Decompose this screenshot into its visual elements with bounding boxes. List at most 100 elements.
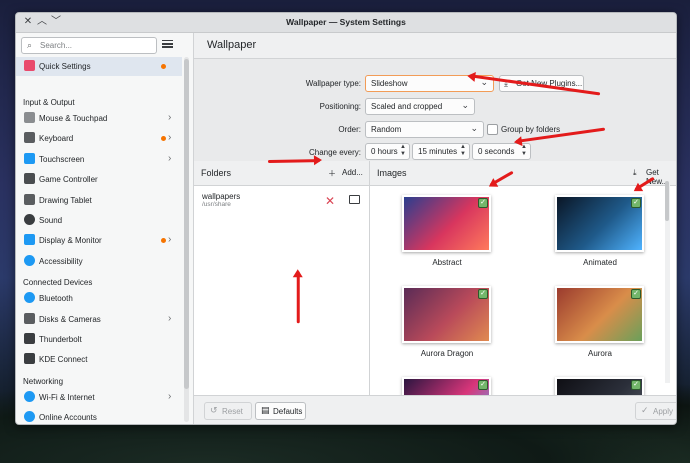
group-by-folders-label: Group by folders <box>501 125 561 134</box>
wallpaper-settings-panel: Wallpaper type: Slideshow ⌄ ⤓ Get New Pl… <box>194 58 676 163</box>
wallpaper-preview <box>557 379 642 395</box>
sidebar-item-quick-settings[interactable]: Quick Settings <box>16 57 182 76</box>
chevron-right-icon: › <box>168 152 172 164</box>
disk-icon <box>24 312 35 324</box>
wallpaper-type-label: Wallpaper type: <box>305 79 361 88</box>
search-input[interactable]: ⌕ Search... <box>21 37 157 54</box>
apply-button[interactable]: ✓ Apply <box>635 402 676 420</box>
folder-path: /usr/share <box>202 201 231 208</box>
wallpaper-checkbox[interactable]: ✓ <box>478 289 488 299</box>
defaults-label: Defaults <box>273 407 303 416</box>
annotation-arrow <box>296 271 300 324</box>
system-settings-window: ✕ ︿ ﹀ Wallpaper — System Settings ⌕ Sear… <box>15 12 677 425</box>
sidebar-item-label: Keyboard <box>39 134 74 144</box>
chevron-right-icon: › <box>168 132 172 144</box>
sidebar-item[interactable]: Sound <box>16 211 182 230</box>
reset-label: Reset <box>222 407 243 416</box>
reset-button[interactable]: ↺ Reset <box>204 402 252 420</box>
sidebar: ⌕ Search... Quick Settings Input & Outpu… <box>16 33 194 424</box>
gamepad-icon <box>24 173 35 185</box>
sidebar-item-label: Disks & Cameras <box>39 314 101 324</box>
accounts-icon <box>24 411 35 423</box>
add-folder-button[interactable]: Add... <box>342 168 363 177</box>
folders-title: Folders <box>201 168 232 178</box>
open-folder-icon[interactable] <box>349 195 360 204</box>
notification-dot <box>161 64 166 69</box>
sidebar-item-label: Wi-Fi & Internet <box>39 392 95 402</box>
sidebar-item-label: Bluetooth <box>39 294 73 304</box>
sidebar-item[interactable]: Mouse & Touchpad › <box>16 109 182 128</box>
sidebar-item[interactable]: Drawing Tablet <box>16 191 182 210</box>
add-icon[interactable]: ＋ <box>328 168 336 179</box>
sidebar-scrollbar[interactable] <box>184 57 189 422</box>
sidebar-item-label: Online Accounts <box>39 413 97 423</box>
wallpaper-label: Animated <box>583 258 617 267</box>
wallpaper-checkbox[interactable]: ✓ <box>478 380 488 390</box>
notification-dot <box>161 238 166 244</box>
wallpaper-thumbnail[interactable]: ✓ <box>402 286 491 343</box>
sidebar-item[interactable]: Thunderbolt <box>16 330 182 349</box>
window-title: Wallpaper — System Settings <box>286 17 406 27</box>
sidebar-item-label: Thunderbolt <box>39 335 82 344</box>
wallpaper-thumbnail[interactable]: ✓ <box>402 195 491 252</box>
reset-icon: ↺ <box>210 405 218 415</box>
wallpaper-preview <box>404 197 489 250</box>
positioning-select[interactable]: Scaled and cropped ⌄ <box>365 98 475 115</box>
sidebar-item-label: Game Controller <box>39 175 98 185</box>
wallpaper-type-value: Slideshow <box>371 79 408 88</box>
sidebar-item[interactable]: Accessibility <box>16 252 182 271</box>
sidebar-item[interactable]: Online Accounts <box>16 408 182 424</box>
quick-settings-icon <box>24 60 35 71</box>
wifi-icon <box>24 390 35 402</box>
sidebar-section-title: Networking <box>23 376 64 386</box>
folder-entry[interactable]: wallpapers /usr/share <box>202 192 240 208</box>
minutes-spinbox[interactable]: 15 minutes ▲ ▼ <box>412 143 470 160</box>
sidebar-item-label: Accessibility <box>39 256 83 266</box>
sidebar-item-label: KDE Connect <box>39 355 88 365</box>
sidebar-item[interactable]: Display & Monitor › <box>16 231 182 250</box>
hours-value: 0 hours <box>371 147 398 156</box>
sidebar-item[interactable]: Game Controller <box>16 170 182 189</box>
wallpaper-checkbox[interactable]: ✓ <box>631 198 641 208</box>
accessibility-icon <box>24 254 35 266</box>
sidebar-item[interactable]: Touchscreen › <box>16 150 182 169</box>
wallpaper-thumbnail[interactable]: ✓ <box>555 286 644 343</box>
group-by-folders-checkbox[interactable] <box>487 124 498 135</box>
wallpaper-label: Abstract <box>432 258 462 267</box>
menu-icon[interactable] <box>162 38 173 49</box>
wallpaper-preview <box>557 197 642 250</box>
wallpaper-thumbnail[interactable]: ✓ <box>402 377 491 395</box>
sidebar-item-label: Touchscreen <box>39 154 85 164</box>
sidebar-item[interactable]: Keyboard › <box>16 129 182 148</box>
apply-label: Apply <box>653 407 674 416</box>
chevron-right-icon: › <box>168 112 172 123</box>
page-header: Wallpaper <box>194 33 676 58</box>
defaults-button[interactable]: ▤ Defaults <box>255 402 306 420</box>
sidebar-item[interactable]: Disks & Cameras › <box>16 310 182 329</box>
sidebar-item[interactable]: Wi-Fi & Internet › <box>16 388 182 407</box>
hours-spinbox[interactable]: 0 hours ▲ ▼ <box>365 143 410 160</box>
thunderbolt-icon <box>24 333 35 344</box>
wallpaper-thumbnail[interactable]: ✓ <box>555 377 644 395</box>
wallpaper-label: Aurora <box>587 349 612 358</box>
order-select[interactable]: Random ⌄ <box>365 121 484 138</box>
wallpaper-thumbnail[interactable]: ✓ <box>555 195 644 252</box>
wallpaper-preview <box>557 288 642 341</box>
spin-arrows-icon: ▲ ▼ <box>460 144 466 157</box>
mouse-icon <box>24 112 35 123</box>
sidebar-item[interactable]: KDE Connect <box>16 350 182 369</box>
wallpaper-checkbox[interactable]: ✓ <box>631 380 641 390</box>
sidebar-item[interactable]: Bluetooth <box>16 289 182 308</box>
images-scrollbar[interactable] <box>665 179 670 383</box>
chevron-right-icon: › <box>168 234 172 246</box>
order-value: Random <box>371 125 402 134</box>
keyboard-icon <box>24 132 35 144</box>
sidebar-item-label: Display & Monitor <box>39 236 102 246</box>
positioning-value: Scaled and cropped <box>371 102 443 111</box>
sidebar-item-label: Drawing Tablet <box>39 195 92 205</box>
remove-folder-icon[interactable]: ✕ <box>325 194 335 208</box>
folders-panel: Folders ＋ Add... wallpapers /usr/share ✕ <box>194 161 370 395</box>
minutes-value: 15 minutes <box>418 147 458 156</box>
wallpaper-checkbox[interactable]: ✓ <box>631 289 641 299</box>
wallpaper-checkbox[interactable]: ✓ <box>478 198 488 208</box>
